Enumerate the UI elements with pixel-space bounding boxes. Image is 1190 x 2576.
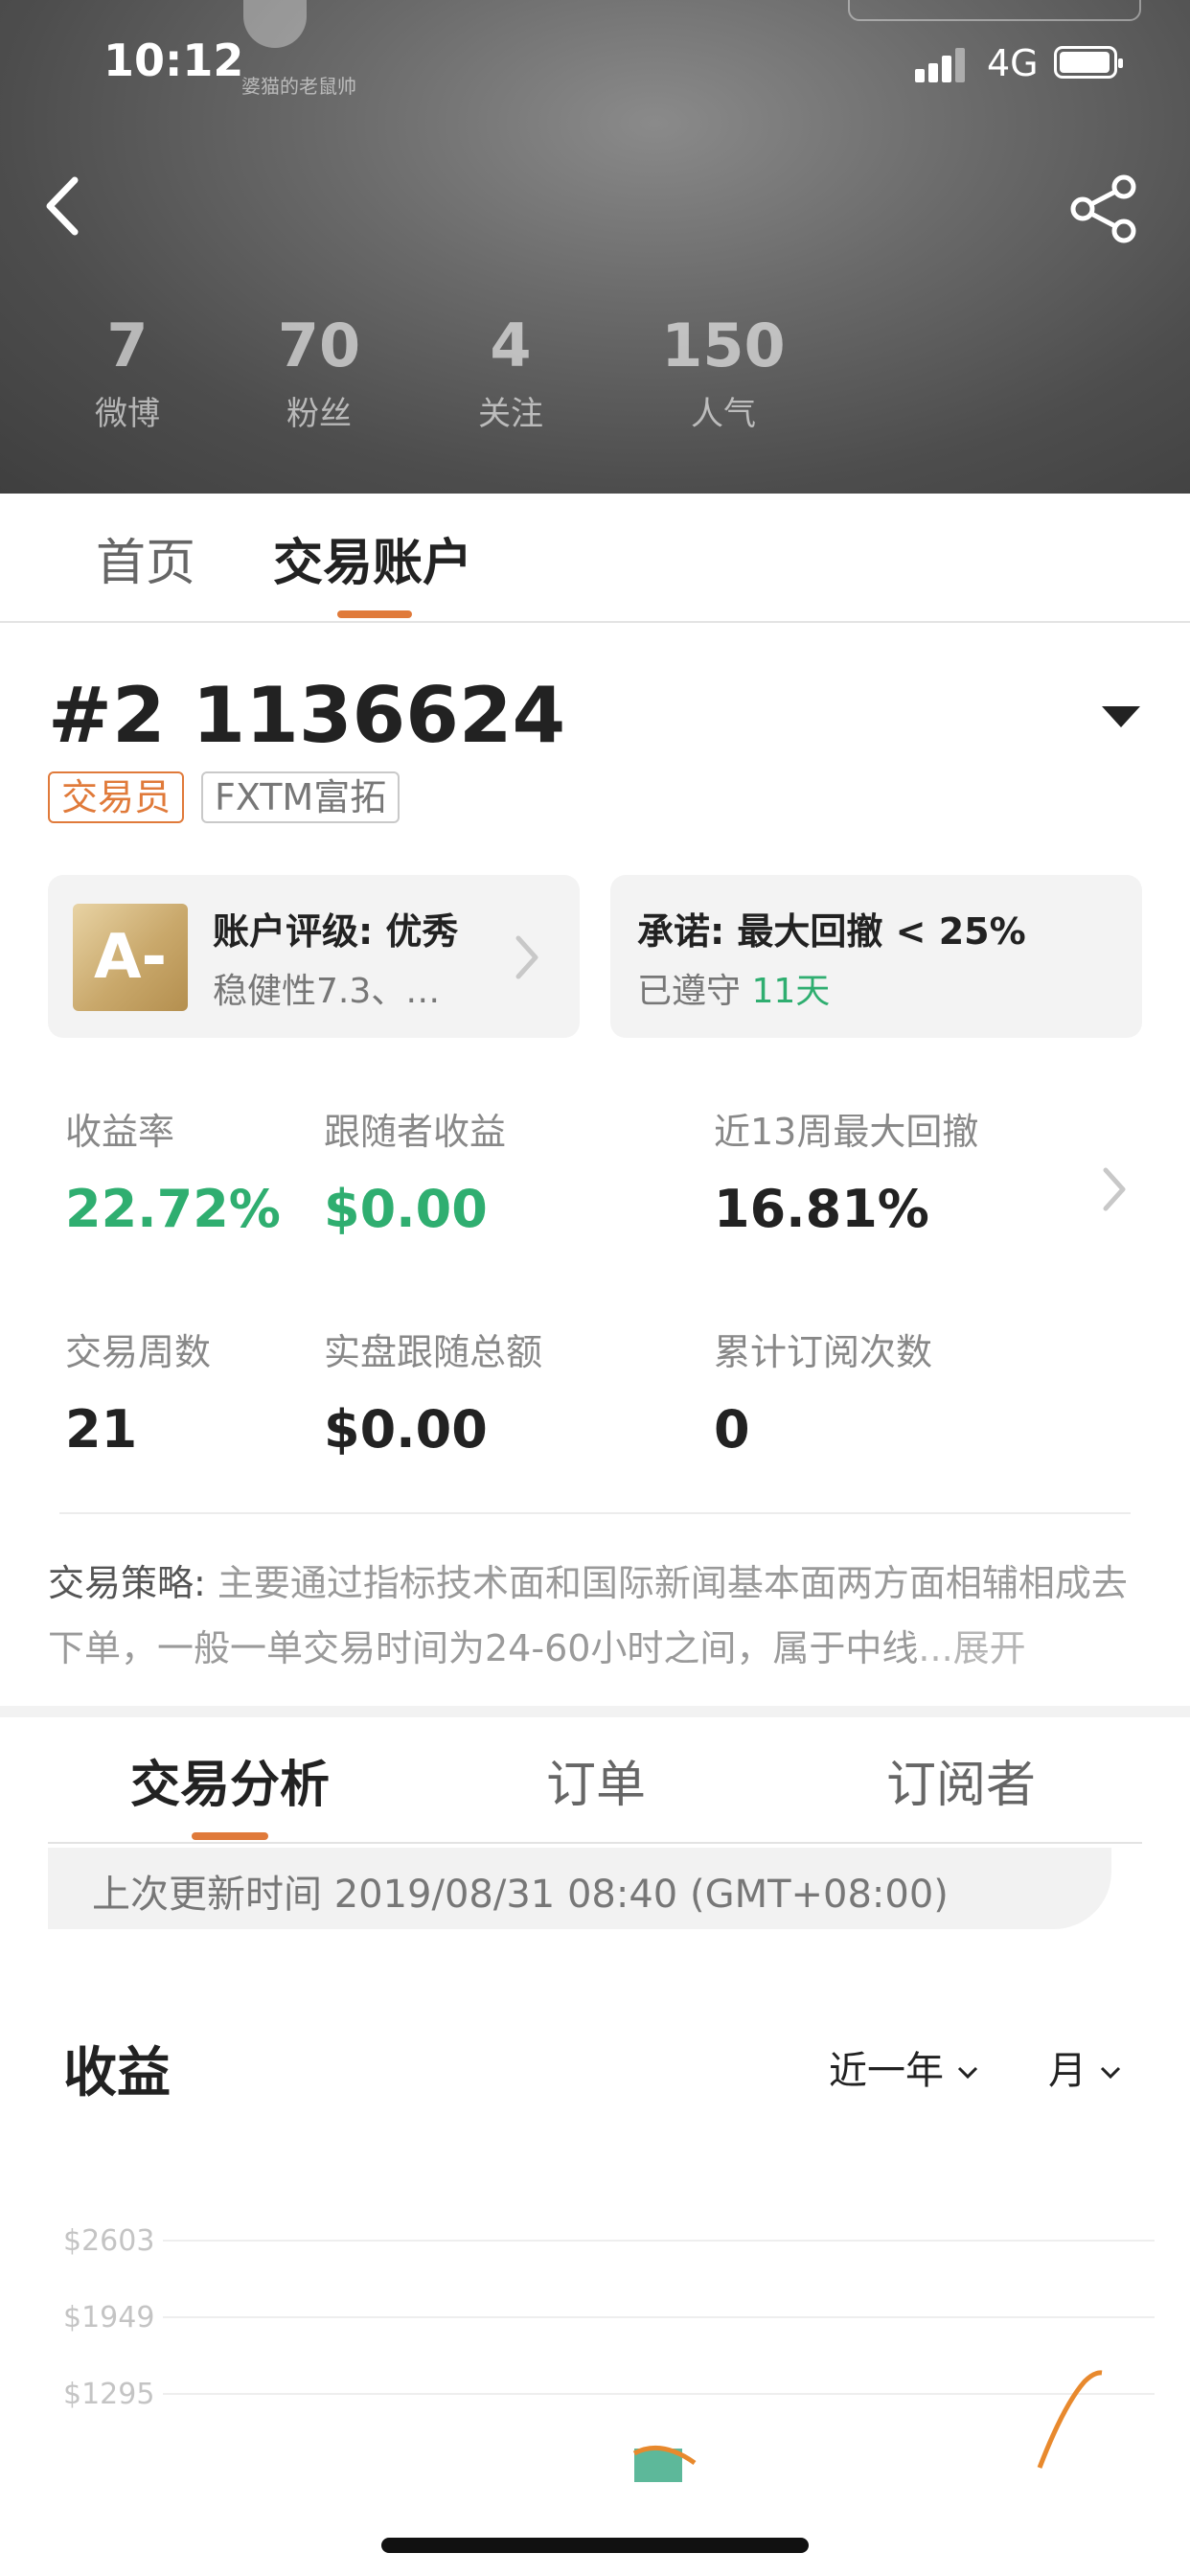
network-type: 4G bbox=[987, 42, 1039, 84]
back-chevron-icon[interactable] bbox=[38, 172, 96, 240]
divider bbox=[59, 1512, 1131, 1514]
rating-card[interactable]: A- 账户评级: 优秀 稳健性7.3、… bbox=[48, 875, 580, 1038]
stat-following[interactable]: 4 关注 bbox=[469, 307, 552, 434]
account-title: #2 1136624 bbox=[48, 671, 566, 760]
y-tick-label: $1295 bbox=[63, 2378, 154, 2411]
dropdown-triangle-icon[interactable] bbox=[1102, 704, 1140, 729]
metric-label-subscriptions: 累计订阅次数 bbox=[714, 1331, 933, 1373]
tab-trading-account[interactable]: 交易账户 bbox=[273, 522, 472, 594]
profit-chart: $2603 $1949 $1295 bbox=[63, 2224, 1155, 2482]
grade-badge: A- bbox=[73, 904, 188, 1011]
chart-line-segment bbox=[1037, 2370, 1103, 2469]
update-time-bar: 上次更新时间 2019/08/31 08:40 (GMT+08:00) bbox=[48, 1848, 1111, 1929]
strategy-label: 交易策略: bbox=[48, 1562, 217, 1604]
stat-value: 70 bbox=[277, 310, 361, 380]
metric-value-max-drawdown: 16.81% bbox=[714, 1179, 929, 1239]
range-select[interactable]: 近一年 bbox=[829, 2039, 978, 2095]
stat-popularity[interactable]: 150 人气 bbox=[661, 307, 786, 434]
watermark-avatar-icon bbox=[243, 0, 307, 48]
y-tick-label: $1949 bbox=[63, 2301, 154, 2334]
tab-orders[interactable]: 订单 bbox=[546, 1744, 646, 1816]
metric-label-trading-weeks: 交易周数 bbox=[65, 1331, 212, 1373]
stat-value: 4 bbox=[490, 310, 532, 380]
stat-weibo[interactable]: 7 微博 bbox=[86, 307, 169, 434]
metric-value-trading-weeks: 21 bbox=[65, 1399, 138, 1460]
tab-home[interactable]: 首页 bbox=[96, 522, 195, 594]
stat-label: 关注 bbox=[478, 395, 543, 433]
stat-value: 150 bbox=[661, 310, 786, 380]
battery-icon bbox=[1054, 46, 1123, 79]
chart-title: 收益 bbox=[63, 2042, 171, 2104]
promise-days: 11天 bbox=[751, 972, 831, 1011]
metric-value-return-rate: 22.72% bbox=[65, 1179, 281, 1239]
metric-label-follow-total: 实盘跟随总额 bbox=[324, 1331, 543, 1373]
promise-card[interactable]: 承诺: 最大回撤 < 25% 已遵守 11天 bbox=[610, 875, 1142, 1038]
update-time-text: 上次更新时间 2019/08/31 08:40 (GMT+08:00) bbox=[92, 1873, 949, 1917]
profile-tabs: 首页 交易账户 bbox=[0, 494, 1190, 623]
promise-status-prefix: 已遵守 bbox=[637, 972, 752, 1011]
promise-status: 已遵守 11天 bbox=[637, 963, 830, 1013]
period-select-label: 月 bbox=[1048, 2049, 1087, 2093]
range-select-label: 近一年 bbox=[829, 2049, 944, 2093]
period-select[interactable]: 月 bbox=[1048, 2039, 1121, 2095]
metric-value-follower-return: $0.00 bbox=[324, 1179, 488, 1239]
rating-detail: 稳健性7.3、… bbox=[213, 972, 441, 1011]
share-icon[interactable] bbox=[1068, 172, 1140, 244]
trader-badge: 交易员 bbox=[48, 771, 185, 823]
promise-title: 承诺: 最大回撤 < 25% bbox=[637, 910, 1026, 953]
broker-badge: FXTM富拓 bbox=[201, 771, 400, 823]
profile-header: 婆猫的老鼠帅 10:12 4G 7 微博 70 粉丝 4 关注 150 人气 bbox=[0, 0, 1190, 494]
section-gap bbox=[0, 1706, 1190, 1717]
stat-label: 粉丝 bbox=[286, 395, 352, 433]
metric-label-follower-return: 跟随者收益 bbox=[324, 1111, 507, 1153]
stat-value: 7 bbox=[106, 310, 149, 380]
active-subtab-indicator bbox=[192, 1832, 268, 1840]
metrics-chevron-right-icon[interactable] bbox=[1100, 1164, 1129, 1214]
tab-trade-analysis[interactable]: 交易分析 bbox=[130, 1744, 330, 1816]
trading-strategy: 交易策略: 主要通过指标技术面和国际新闻基本面两方面相辅相成去下单，一般一单交易… bbox=[48, 1551, 1150, 1681]
chevron-right-icon bbox=[515, 935, 538, 979]
stat-label: 微博 bbox=[95, 395, 160, 433]
home-indicator bbox=[381, 2538, 809, 2553]
y-tick-label: $2603 bbox=[63, 2224, 154, 2258]
metric-value-follow-total: $0.00 bbox=[324, 1399, 488, 1460]
top-pill bbox=[848, 0, 1141, 21]
stat-label: 人气 bbox=[691, 395, 756, 433]
metric-value-subscriptions: 0 bbox=[714, 1399, 750, 1460]
rating-title: 账户评级: 优秀 bbox=[213, 910, 459, 953]
tab-subscribers[interactable]: 订阅者 bbox=[886, 1744, 1036, 1816]
subtabs-divider bbox=[48, 1842, 1142, 1844]
status-time: 10:12 bbox=[103, 34, 244, 86]
metric-label-max-drawdown: 近13周最大回撤 bbox=[714, 1111, 979, 1153]
chevron-down-icon bbox=[957, 2066, 978, 2080]
watermark-text: 婆猫的老鼠帅 bbox=[241, 75, 356, 98]
expand-link[interactable]: ...展开 bbox=[918, 1627, 1025, 1669]
chevron-down-icon bbox=[1100, 2066, 1121, 2080]
stat-fans[interactable]: 70 粉丝 bbox=[266, 307, 372, 434]
signal-icon bbox=[915, 48, 973, 82]
metric-label-return-rate: 收益率 bbox=[65, 1111, 175, 1153]
active-tab-indicator bbox=[337, 610, 412, 618]
